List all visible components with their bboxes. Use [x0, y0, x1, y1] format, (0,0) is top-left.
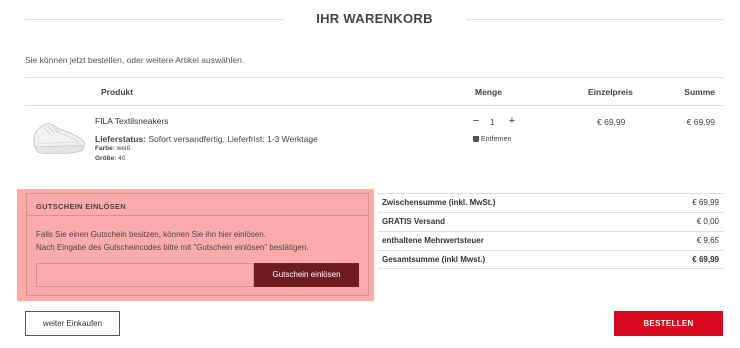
product-size-value: 40: [118, 155, 126, 162]
grand-total-value: € 69,99: [692, 255, 719, 264]
quantity-increase-button[interactable]: +: [507, 115, 517, 127]
delivery-status-label: Lieferstatus:: [95, 134, 147, 144]
vat-value: € 9,65: [696, 236, 719, 245]
coupon-title: GUTSCHEIN EINLÖSEN: [27, 194, 368, 216]
continue-shopping-button[interactable]: weiter Einkaufen: [25, 311, 120, 336]
trash-icon: [473, 136, 479, 142]
quantity-value: 1: [490, 118, 495, 127]
page-title: IHR WARENKORB: [316, 11, 433, 26]
place-order-button[interactable]: BESTELLEN: [614, 311, 723, 336]
column-header-total: Summe: [684, 87, 715, 97]
subtotal-row: Zwischensumme (inkl. MwSt.) € 69,99: [378, 193, 723, 212]
item-total-price: € 69,99: [686, 117, 715, 127]
column-header-quantity: Menge: [475, 87, 502, 97]
product-color-value: weiß: [116, 145, 131, 152]
grand-total-label: Gesamtsumme (inkl Mwst.): [382, 255, 486, 264]
product-color-label: Farbe:: [95, 145, 115, 152]
order-totals: Zwischensumme (inkl. MwSt.) € 69,99 GRAT…: [378, 193, 723, 269]
header-divider-left: [25, 19, 283, 20]
product-size: Größe: 40: [95, 155, 125, 162]
product-name[interactable]: FILA Textilsneakers: [95, 116, 169, 126]
quantity-decrease-button[interactable]: −: [471, 115, 481, 127]
page-header: IHR WARENKORB: [25, 0, 723, 40]
product-size-label: Größe:: [95, 155, 117, 162]
shipping-label: GRATIS Versand: [382, 217, 445, 226]
remove-item-label: Entfernen: [481, 136, 512, 143]
coupon-description: Falls Sie einen Gutschein besitzen, könn…: [36, 228, 309, 254]
subtotal-value: € 69,99: [692, 198, 719, 207]
sneaker-image[interactable]: [30, 114, 88, 158]
column-header-product: Produkt: [101, 87, 134, 97]
item-unit-price: € 69,99: [597, 117, 626, 127]
delivery-status: Lieferstatus: Sofort versandfertig, Lief…: [95, 134, 318, 144]
coupon-text-line-2: Nach Eingabe des Gutscheincodes bitte mi…: [36, 243, 309, 252]
column-header-unit-price: Einzelpreis: [588, 87, 633, 97]
subtotal-label: Zwischensumme (inkl. MwSt.): [382, 198, 496, 207]
grand-total-row: Gesamtsumme (inkl Mwst.) € 69,99: [378, 250, 723, 269]
coupon-text-line-1: Falls Sie einen Gutschein besitzen, könn…: [36, 230, 266, 239]
intro-text: Sie können jetzt bestellen, oder weitere…: [25, 55, 245, 65]
shipping-value: € 0,00: [696, 217, 719, 226]
redeem-coupon-button[interactable]: Gutschein einlösen: [254, 263, 359, 287]
coupon-panel: GUTSCHEIN EINLÖSEN Falls Sie einen Gutsc…: [26, 193, 369, 296]
header-divider-right: [466, 19, 723, 20]
cart-table-header: Produkt Menge Einzelpreis Summe: [25, 77, 723, 106]
vat-row: enthaltene Mehrwertsteuer € 9,65: [378, 231, 723, 250]
remove-item-link[interactable]: Entfernen: [473, 136, 511, 143]
shipping-row: GRATIS Versand € 0,00: [378, 212, 723, 231]
delivery-status-value: Sofort versandfertig, Lieferfrist: 1-3 W…: [148, 134, 318, 144]
product-color: Farbe: weiß: [95, 145, 130, 152]
vat-label: enthaltene Mehrwertsteuer: [382, 236, 484, 245]
coupon-code-input[interactable]: [36, 263, 254, 287]
